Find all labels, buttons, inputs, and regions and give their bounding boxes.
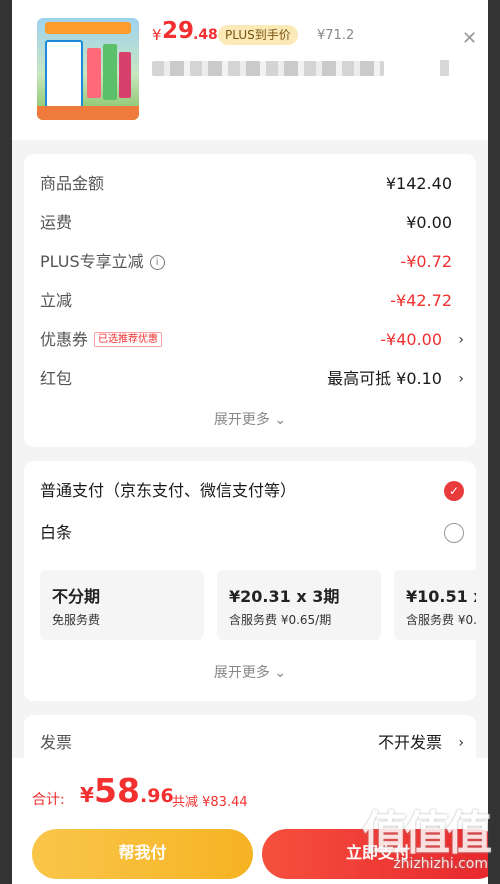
- payment-method-card: 普通支付（京东支付、微信支付等） ✓ 白条 不分期 免服务费 ¥20.31 x …: [24, 461, 476, 701]
- total-label: 合计:: [32, 792, 65, 808]
- installment-plan-none[interactable]: 不分期 免服务费: [40, 570, 204, 640]
- summary-label: 立减: [40, 291, 73, 310]
- price-summary-card: 商品金额 ¥142.40 运费 ¥0.00 PLUS专享立减 i -¥0.72 立…: [24, 154, 476, 447]
- summary-row-instant-discount: 立减 -¥42.72: [40, 286, 464, 316]
- payment-expand-more[interactable]: 展开更多 ⌄: [24, 662, 476, 682]
- total-decimal: .96: [140, 785, 174, 807]
- summary-row-goods: 商品金额 ¥142.40: [40, 169, 464, 199]
- summary-row-plus-discount: PLUS专享立减 i -¥0.72: [40, 247, 464, 277]
- summary-label: 运费: [40, 213, 73, 232]
- checked-icon[interactable]: ✓: [444, 481, 464, 501]
- plan-title: ¥20.31 x 3期: [229, 587, 340, 606]
- summary-label: PLUS专享立减 i: [40, 247, 165, 277]
- payment-option-label: 普通支付（京东支付、微信支付等）: [40, 481, 297, 500]
- summary-label: 商品金额: [40, 174, 105, 193]
- payment-option-label: 白条: [40, 523, 73, 542]
- product-header: ¥ 29 .48 PLUS到手价 ¥71.2 ✕: [12, 0, 488, 140]
- watermark: 值值值 zhizhizhi.com: [362, 806, 492, 872]
- product-title-blurred: [152, 61, 384, 76]
- product-thumbnail: [37, 18, 139, 120]
- summary-value: ¥0.00: [406, 213, 452, 232]
- chevron-right-icon: ›: [458, 735, 464, 751]
- total-integer: 58: [94, 771, 140, 810]
- product-title-blurred-end: [440, 60, 449, 76]
- invoice-value: 不开发票: [377, 733, 442, 752]
- info-icon[interactable]: i: [149, 255, 165, 270]
- plan-subtitle: 含服务费 ¥0.35/期: [406, 613, 476, 627]
- watermark-logo: 值值值: [362, 806, 492, 860]
- summary-row-shipping: 运费 ¥0.00: [40, 208, 464, 238]
- installment-plan-3[interactable]: ¥20.31 x 3期 含服务费 ¥0.65/期: [217, 570, 381, 640]
- invoice-label: 发票: [40, 733, 73, 752]
- invoice-row: 发票 不开发票 ›: [40, 728, 464, 758]
- price-currency: ¥: [152, 26, 162, 44]
- summary-label: 红包: [40, 369, 73, 388]
- summary-row-red-packet[interactable]: 红包 最高可抵 ¥0.10 ›: [40, 364, 464, 394]
- payment-option-normal[interactable]: 普通支付（京东支付、微信支付等） ✓: [40, 476, 464, 506]
- summary-value: ¥142.40: [385, 174, 452, 193]
- radio-unchecked-icon[interactable]: [444, 523, 464, 543]
- installment-plan-6[interactable]: ¥10.51 x 6期 含服务费 ¥0.35/期: [394, 570, 476, 640]
- plan-subtitle: 含服务费 ¥0.65/期: [229, 613, 332, 627]
- plan-title: ¥10.51 x 6期: [406, 587, 476, 606]
- plus-price-badge: PLUS到手价: [218, 25, 298, 45]
- plan-title: 不分期: [52, 587, 101, 606]
- summary-value: -¥0.72: [400, 252, 452, 271]
- chevron-right-icon: ›: [458, 371, 464, 387]
- price-decimal: .48: [193, 27, 218, 43]
- checkout-sheet: ¥ 29 .48 PLUS到手价 ¥71.2 ✕ 商品金额 ¥142.40 运费…: [12, 0, 488, 884]
- plan-subtitle: 免服务费: [52, 613, 101, 627]
- help-me-pay-button[interactable]: 帮我付: [32, 829, 253, 879]
- chevron-right-icon: ›: [458, 332, 464, 348]
- coupon-tag: 已选推荐优惠: [94, 332, 163, 347]
- summary-value: -¥40.00: [380, 330, 442, 349]
- summary-value: -¥42.72: [390, 291, 452, 310]
- summary-value: 最高可抵 ¥0.10: [327, 369, 442, 388]
- total-currency: ¥: [80, 783, 94, 807]
- installment-plans: 不分期 免服务费 ¥20.31 x 3期 含服务费 ¥0.65/期 ¥10.51…: [40, 570, 476, 640]
- total-saved: 共减 ¥83.44: [172, 795, 248, 810]
- summary-expand-more[interactable]: 展开更多 ⌄: [24, 409, 476, 429]
- price-integer: 29: [162, 18, 195, 44]
- payment-option-baitiao[interactable]: 白条: [40, 518, 464, 548]
- summary-label: 优惠券 已选推荐优惠: [40, 325, 163, 355]
- summary-row-coupon[interactable]: 优惠券 已选推荐优惠 -¥40.00 ›: [40, 325, 464, 355]
- original-price: ¥71.2: [317, 28, 355, 43]
- close-icon[interactable]: ✕: [462, 28, 477, 49]
